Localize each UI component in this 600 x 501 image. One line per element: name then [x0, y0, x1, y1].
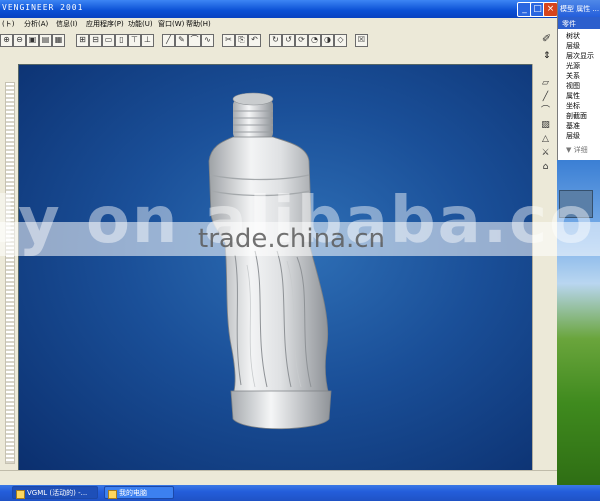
tree-item[interactable]: 属性 [566, 91, 580, 101]
rotate-y-icon[interactable]: ↺ [282, 34, 295, 47]
window-title: VENGINEER 2001 [2, 3, 84, 12]
bottom-view-icon[interactable]: ⊥ [141, 34, 154, 47]
text-icon[interactable]: ⌂ [540, 162, 551, 173]
menu-item-window[interactable]: 窗口(W) [158, 19, 184, 29]
bottle-body [208, 136, 330, 396]
panel-subheader[interactable]: 零件 [558, 17, 600, 29]
save-icon[interactable]: ▦ [52, 34, 65, 47]
menu-item-analysis[interactable]: 分析(A) [24, 19, 48, 29]
left-ruler [0, 64, 19, 470]
arc-icon[interactable]: ⌒ [188, 34, 201, 47]
pen-tool-icon[interactable]: ✐ [541, 33, 552, 45]
menu-item-applications[interactable]: 应用程序(P) [86, 19, 124, 29]
hatch-icon[interactable]: ▨ [540, 120, 551, 131]
pencil-icon[interactable]: ✎ [175, 34, 188, 47]
line-icon[interactable]: ╱ [540, 92, 551, 103]
menu-item-view[interactable]: (ト) [2, 19, 14, 29]
tree-item[interactable]: 关系 [566, 71, 580, 81]
taskbar: VGML (活动的) -... 我的电脑 [0, 485, 600, 501]
title-bar: VENGINEER 2001 _ □ × [0, 0, 558, 18]
model-tree-panel: 模型 属性 ... 零件 树状 层级 层次显示 光源 关系 视图 属性 坐标 剖… [557, 0, 600, 160]
watermark-trade: trade.china.cn [198, 224, 386, 254]
right-toolbar: ▱ ╱ ⌒ ▨ △ ⚔ ⌂ [532, 64, 558, 470]
top-view-icon[interactable]: ⊤ [128, 34, 141, 47]
curve-icon[interactable]: ⌒ [540, 106, 551, 117]
tree-item[interactable]: 层次显示 [566, 51, 594, 61]
back-view-icon[interactable]: ⊟ [89, 34, 102, 47]
rectangle-icon[interactable]: ▱ [540, 78, 551, 89]
tree-item[interactable]: 剖截面 [566, 111, 587, 121]
secondary-toolbar: ⇕ [0, 50, 557, 64]
print-icon[interactable]: ▤ [39, 34, 52, 47]
status-bar [0, 470, 557, 486]
main-toolbar: ⊕ ⊖ ▣ ▤ ▦ ⊞ ⊟ ▭ ▯ ⊤ ⊥ ╱ ✎ ⌒ ∿ ✂ ⎘ ↶ ↻ ↺ … [0, 31, 557, 51]
3d-viewport[interactable] [18, 64, 534, 472]
tree-item[interactable]: 视图 [566, 81, 580, 91]
box-icon[interactable]: ☒ [355, 34, 368, 47]
bottle-model[interactable] [19, 65, 533, 471]
line-icon[interactable]: ╱ [162, 34, 175, 47]
bottle-base [230, 390, 332, 430]
taskbar-item-label: VGML (活动的) -... [27, 489, 88, 497]
fit-icon[interactable]: ▣ [26, 34, 39, 47]
menu-item-functions[interactable]: 功能(U) [128, 19, 153, 29]
taskbar-item-my-computer[interactable]: 我的电脑 [104, 486, 174, 499]
taskbar-item-label: 我的电脑 [119, 489, 147, 497]
tree-item[interactable]: 基准 [566, 121, 580, 131]
undo-icon[interactable]: ↶ [248, 34, 261, 47]
computer-icon [108, 490, 117, 499]
panel-header-label: 模型 属性 ... [560, 5, 600, 13]
panel-subheader-label: 零件 [562, 20, 576, 28]
tree-item[interactable]: 树状 [566, 31, 580, 41]
scroll-toggle-icon[interactable]: ⇕ [543, 51, 551, 61]
tree-item[interactable]: 层级 [566, 41, 580, 51]
menu-bar: (ト) 分析(A) 信息(I) 应用程序(P) 功能(U) 窗口(W) 帮助(H… [0, 18, 557, 32]
tree-item[interactable]: 光源 [566, 61, 580, 71]
spline-icon[interactable]: ∿ [201, 34, 214, 47]
panel-header: 模型 属性 ... [558, 0, 600, 17]
ruler-track [5, 82, 15, 464]
taskbar-item-vgml[interactable]: VGML (活动的) -... [12, 486, 98, 499]
tree-item[interactable]: 层级 [566, 131, 580, 141]
menu-item-help[interactable]: 帮助(H) [186, 19, 211, 29]
dimension-icon[interactable]: △ [540, 134, 551, 145]
zoom-out-icon[interactable]: ⊖ [13, 34, 26, 47]
tree-item[interactable]: 坐标 [566, 101, 580, 111]
right-view-icon[interactable]: ▯ [115, 34, 128, 47]
wireframe-icon[interactable]: ◇ [334, 34, 347, 47]
shade-icon[interactable]: ◑ [321, 34, 334, 47]
mirror-icon[interactable]: ⚔ [540, 148, 551, 159]
close-button[interactable]: × [543, 2, 558, 17]
panel-footer[interactable]: ▼ 详细 [566, 145, 588, 155]
cut-icon[interactable]: ✂ [222, 34, 235, 47]
rotate-x-icon[interactable]: ↻ [269, 34, 282, 47]
zoom-in-icon[interactable]: ⊕ [0, 34, 13, 47]
left-view-icon[interactable]: ▭ [102, 34, 115, 47]
paste-icon[interactable]: ⎘ [235, 34, 248, 47]
menu-item-info[interactable]: 信息(I) [56, 19, 78, 29]
window-icon [16, 490, 25, 499]
spin-icon[interactable]: ◔ [308, 34, 321, 47]
rotate-z-icon[interactable]: ⟳ [295, 34, 308, 47]
front-view-icon[interactable]: ⊞ [76, 34, 89, 47]
